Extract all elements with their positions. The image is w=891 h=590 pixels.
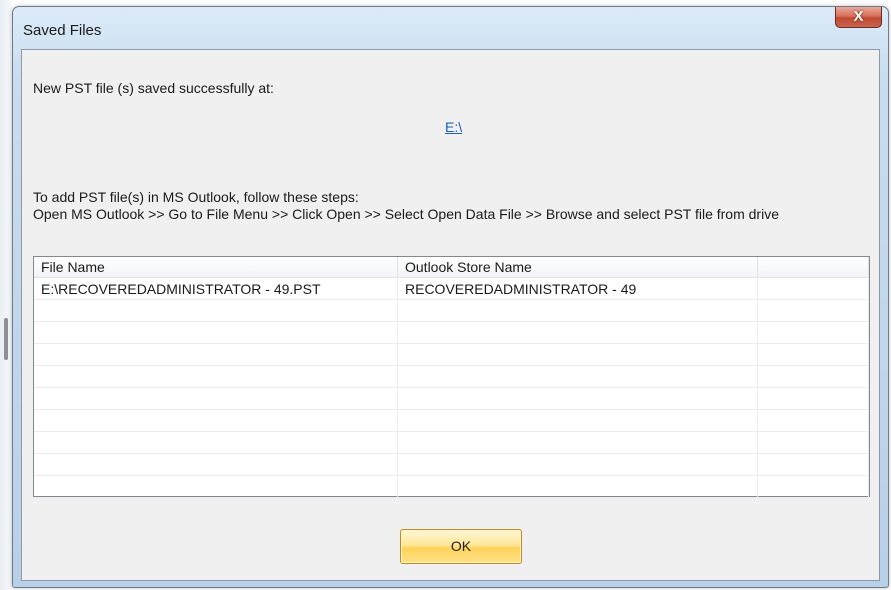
instructions-intro: To add PST file(s) in MS Outlook, follow… xyxy=(33,189,359,205)
saved-files-table: File Name Outlook Store Name E:\RECOVERE… xyxy=(33,256,870,498)
cell-file-name: E:\RECOVEREDADMINISTRATOR - 49.PST xyxy=(34,278,398,300)
empty-cell xyxy=(398,476,758,498)
empty-cell xyxy=(758,388,869,410)
cell-outlook-store-name: RECOVEREDADMINISTRATOR - 49 xyxy=(398,278,758,300)
saved-path-link[interactable]: E:\ xyxy=(445,119,462,135)
ok-button[interactable]: OK xyxy=(400,529,522,564)
dialog-content: New PST file (s) saved successfully at: … xyxy=(21,49,880,581)
empty-cell xyxy=(34,388,398,410)
empty-cell xyxy=(758,366,869,388)
dialog-title: Saved Files xyxy=(23,22,102,39)
column-header-outlook-store-name[interactable]: Outlook Store Name xyxy=(398,257,758,278)
table-row-empty xyxy=(34,344,869,366)
empty-cell xyxy=(398,322,758,344)
background-window-notch xyxy=(4,318,8,360)
saved-files-dialog: Saved Files X New PST file (s) saved suc… xyxy=(12,6,889,588)
instructions: To add PST file(s) in MS Outlook, follow… xyxy=(33,189,863,223)
table-header: File Name Outlook Store Name xyxy=(34,257,869,278)
empty-cell xyxy=(398,388,758,410)
table-row-empty xyxy=(34,322,869,344)
empty-cell xyxy=(398,344,758,366)
empty-cell xyxy=(758,322,869,344)
table-row-empty xyxy=(34,476,869,498)
empty-cell xyxy=(398,300,758,322)
empty-cell xyxy=(758,454,869,476)
empty-cell xyxy=(758,432,869,454)
instructions-steps: Open MS Outlook >> Go to File Menu >> Cl… xyxy=(33,206,779,222)
table-row-empty xyxy=(34,300,869,322)
empty-cell xyxy=(34,344,398,366)
empty-cell xyxy=(34,322,398,344)
close-button[interactable]: X xyxy=(835,7,882,28)
empty-cell xyxy=(398,410,758,432)
empty-cell xyxy=(758,410,869,432)
column-header-file-name[interactable]: File Name xyxy=(34,257,398,278)
table-body: E:\RECOVEREDADMINISTRATOR - 49.PST RECOV… xyxy=(34,278,869,498)
empty-cell xyxy=(758,476,869,498)
column-header-empty xyxy=(758,257,869,278)
table-row-empty xyxy=(34,454,869,476)
table-row-empty xyxy=(34,388,869,410)
close-icon: X xyxy=(853,8,864,25)
empty-cell xyxy=(34,300,398,322)
table-row-empty xyxy=(34,366,869,388)
saved-message: New PST file (s) saved successfully at: xyxy=(33,80,274,96)
table-row-empty xyxy=(34,432,869,454)
empty-cell xyxy=(398,366,758,388)
table-row-empty xyxy=(34,410,869,432)
empty-cell xyxy=(34,454,398,476)
empty-cell xyxy=(34,410,398,432)
empty-cell xyxy=(34,366,398,388)
table-row[interactable]: E:\RECOVEREDADMINISTRATOR - 49.PST RECOV… xyxy=(34,278,869,300)
empty-cell xyxy=(398,432,758,454)
empty-cell xyxy=(34,476,398,498)
background-window-edge xyxy=(0,0,12,590)
empty-cell xyxy=(758,300,869,322)
empty-cell xyxy=(34,432,398,454)
empty-cell xyxy=(758,344,869,366)
cell-empty xyxy=(758,278,869,300)
empty-cell xyxy=(398,454,758,476)
